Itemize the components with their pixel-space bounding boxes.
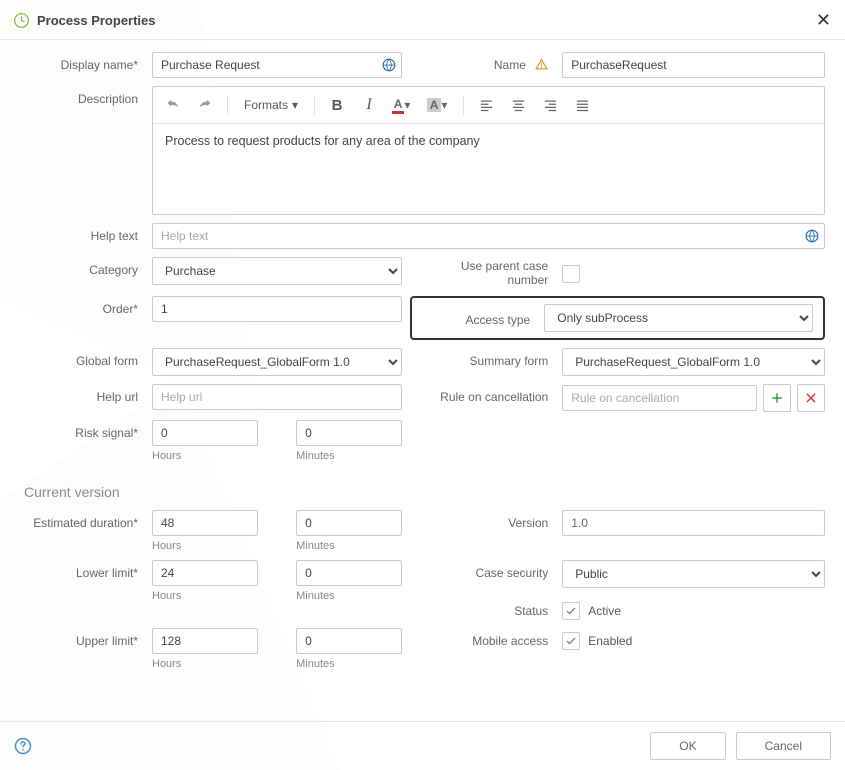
align-right-icon[interactable] (536, 91, 564, 119)
close-icon[interactable]: ✕ (816, 10, 831, 31)
risk-minutes-input[interactable] (296, 420, 402, 446)
risk-signal-label: Risk signal* (12, 420, 152, 462)
mobile-access-label: Mobile access (422, 628, 562, 650)
category-label: Category (12, 257, 152, 285)
display-name-input[interactable] (152, 52, 402, 78)
upper-minutes-input[interactable] (296, 628, 402, 654)
est-minutes-input[interactable] (296, 510, 402, 536)
lower-limit-label: Lower limit* (12, 560, 152, 602)
dialog-title: Process Properties (37, 13, 156, 28)
category-select[interactable]: Purchase (152, 257, 402, 285)
status-label: Status (422, 598, 562, 620)
description-label: Description (12, 86, 152, 215)
italic-icon[interactable]: I (355, 91, 383, 119)
help-text-input[interactable] (152, 223, 825, 249)
warning-icon (535, 58, 548, 74)
display-name-label: Display name* (12, 52, 152, 78)
summary-form-select[interactable]: PurchaseRequest_GlobalForm 1.0 (562, 348, 825, 376)
minutes-sublabel: Minutes (296, 450, 402, 462)
use-parent-checkbox[interactable] (562, 265, 580, 283)
formats-dropdown[interactable]: Formats▾ (236, 91, 306, 119)
align-justify-icon[interactable] (568, 91, 596, 119)
name-label: Name (422, 52, 562, 78)
mobile-enabled-label: Enabled (588, 634, 632, 648)
ok-button[interactable]: OK (650, 732, 725, 760)
global-form-label: Global form (12, 348, 152, 376)
risk-hours-input[interactable] (152, 420, 258, 446)
undo-icon[interactable] (159, 91, 187, 119)
description-editor: Formats▾ B I A ▾ A ▾ Process to request … (152, 86, 825, 215)
est-hours-input[interactable] (152, 510, 258, 536)
version-label: Version (422, 510, 562, 536)
lower-minutes-input[interactable] (296, 560, 402, 586)
use-parent-label: Use parent case number (422, 257, 562, 288)
cancel-button[interactable]: Cancel (736, 732, 831, 760)
text-color-icon[interactable]: A ▾ (387, 91, 415, 119)
redo-icon[interactable] (191, 91, 219, 119)
bold-icon[interactable]: B (323, 91, 351, 119)
add-rule-button[interactable] (763, 384, 791, 412)
rule-cancel-label: Rule on cancellation (422, 384, 562, 412)
upper-limit-label: Upper limit* (12, 628, 152, 670)
access-type-select[interactable]: Only subProcess (544, 304, 813, 332)
help-url-label: Help url (12, 384, 152, 410)
version-value: 1.0 (562, 510, 825, 536)
help-icon[interactable] (14, 737, 32, 755)
access-type-highlight: Access type Only subProcess (410, 296, 825, 340)
globe-icon[interactable] (805, 229, 819, 243)
editor-toolbar: Formats▾ B I A ▾ A ▾ (153, 87, 824, 124)
lower-hours-input[interactable] (152, 560, 258, 586)
order-label: Order* (12, 296, 152, 322)
upper-hours-input[interactable] (152, 628, 258, 654)
align-center-icon[interactable] (504, 91, 532, 119)
dialog-footer: OK Cancel (0, 721, 845, 770)
global-form-select[interactable]: PurchaseRequest_GlobalForm 1.0 (152, 348, 402, 376)
access-type-label: Access type (412, 309, 544, 327)
name-input[interactable] (562, 52, 825, 78)
summary-form-label: Summary form (422, 348, 562, 376)
remove-rule-button[interactable] (797, 384, 825, 412)
description-body[interactable]: Process to request products for any area… (153, 124, 824, 214)
align-left-icon[interactable] (472, 91, 500, 119)
process-icon (14, 13, 29, 28)
current-version-heading: Current version (12, 470, 825, 510)
case-security-select[interactable]: Public (562, 560, 825, 588)
rule-cancel-input[interactable] (562, 385, 757, 411)
mobile-access-checkbox[interactable] (562, 632, 580, 650)
dialog-header: Process Properties ✕ (0, 0, 845, 40)
status-active-checkbox[interactable] (562, 602, 580, 620)
est-duration-label: Estimated duration* (12, 510, 152, 552)
bg-color-icon[interactable]: A ▾ (419, 91, 455, 119)
help-url-input[interactable] (152, 384, 402, 410)
order-input[interactable] (152, 296, 402, 322)
help-text-label: Help text (12, 223, 152, 249)
case-security-label: Case security (422, 560, 562, 588)
globe-icon[interactable] (382, 58, 396, 72)
status-active-label: Active (588, 604, 621, 618)
hours-sublabel: Hours (152, 450, 258, 462)
